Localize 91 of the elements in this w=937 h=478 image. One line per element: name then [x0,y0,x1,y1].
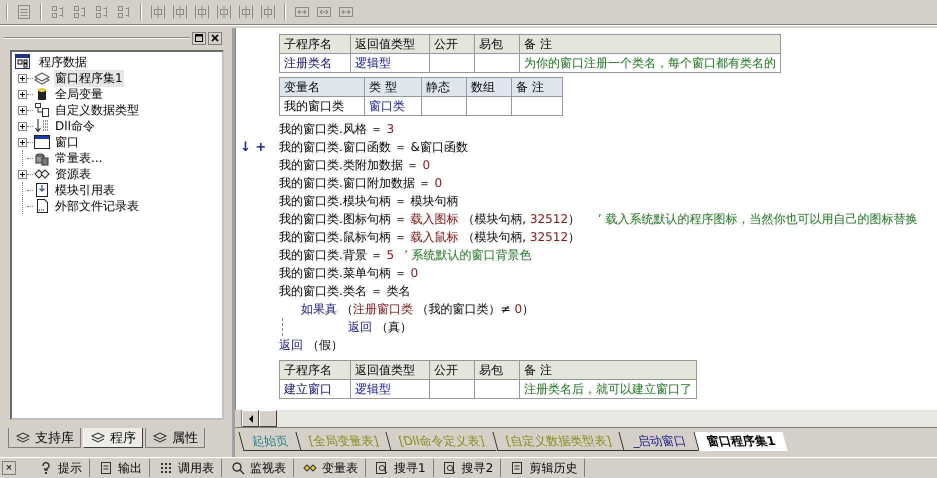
table-cell: 注册类名后，就可以建立窗口了 [520,380,696,398]
tree-item[interactable]: 外部文件记录表 [54,198,140,214]
column-header: 类 型 [364,78,422,96]
search-page-icon [442,461,457,475]
scroll-left-button[interactable] [242,410,259,427]
code-line: 我的窗口类.类名 ＝ 类名 [279,282,410,300]
column-header: 备 注 [512,78,562,96]
tree-item[interactable]: 资源表 [54,166,92,182]
expand-icon[interactable] [18,106,27,114]
table-cell [422,96,466,116]
column-header: 返回值类型 [350,360,430,380]
stacked-sheets-icon [15,430,31,444]
table-cell [430,380,474,398]
search-page-icon [375,461,389,475]
tree-root-label[interactable]: 程序数据 [38,54,88,70]
column-header: 子程序名 [280,360,350,380]
table-cell: 窗口类 [364,96,422,116]
expand-icon[interactable] [18,90,27,98]
column-header: 备 注 [520,34,780,54]
tree-item[interactable]: 全局变量 [54,86,104,102]
table-cell: 我的窗口类 [280,96,364,116]
panel-tab[interactable]: 属性 [145,428,205,448]
table-cell: 建立窗口 [280,380,350,398]
tree-item[interactable]: 窗口 [54,134,80,150]
tree-item[interactable]: 常量表... [54,150,104,166]
form-layout-icon[interactable] [16,4,32,20]
document-tab[interactable]: _启动窗口 [618,432,699,451]
expand-icon[interactable] [18,122,27,130]
table-cell [474,380,520,398]
column-header: 数组 [466,78,512,96]
stacked-sheets-icon [90,430,106,444]
window-icon [34,134,50,150]
line-marker[interactable]: ↓ + [240,140,266,154]
linked-boxes-icon [34,102,50,118]
maximize-icon [195,34,203,42]
column-header: 易包 [474,360,520,380]
grid-dots-icon [159,461,173,475]
code-line: 返回 （真） [348,318,412,336]
code-line: 我的窗口类.窗口附加数据 ＝ 0 [279,174,442,192]
code-line: 我的窗口类.菜单句柄 ＝ 0 [279,264,418,282]
table-cell [474,54,520,72]
down-arrow-list-icon [34,118,50,134]
horizontal-scrollbar[interactable] [241,410,937,427]
close-button[interactable] [208,32,222,44]
column-header: 静态 [422,78,466,96]
code-line: 我的窗口类.鼠标句柄 ＝ 载入鼠标 （模块句柄, 32512） [279,228,580,246]
table-cell [430,54,474,72]
table-cell: 为你的窗口注册一个类名，每个窗口都有类名的 [520,54,780,72]
column-header: 返回值类型 [350,34,430,54]
stacked-sheets-icon [34,70,50,86]
code-line: 我的窗口类.模块句柄 ＝ 模块句柄 [279,192,458,210]
expand-icon[interactable] [18,74,27,82]
code-line: 我的窗口类.风格 ＝ 3 [279,120,394,138]
table-cell [466,96,512,116]
left-triangle-icon [248,414,254,422]
scroll-thumb[interactable] [259,410,277,427]
table-cell: 注册类名 [280,54,350,72]
column-header: 变量名 [280,78,364,96]
column-header: 备 注 [520,360,696,380]
code-line: 我的窗口类.图标句柄 ＝ 载入图标 （模块句柄, 32512） ’ 载入系统默认的程序图标，当然你也可以用自己的图标替换 [279,210,918,228]
maximize-button[interactable] [192,32,206,44]
table-cell [512,96,562,116]
import-page-icon [34,182,50,198]
code-line: 返回 （假） [279,336,343,354]
tree-item[interactable]: 模块引用表 [54,182,116,198]
clipboard-icon [510,461,524,475]
tree-item[interactable]: 窗口程序集1 [54,70,124,86]
panel-tab[interactable]: 程序 [83,428,143,448]
program-data-icon [15,54,31,70]
tree-item[interactable]: 自定义数据类型 [54,102,140,118]
column-header: 公开 [430,34,474,54]
page-icon [34,198,50,214]
close-button[interactable]: × [2,461,16,475]
panel-tab[interactable]: 支持库 [8,428,81,448]
expand-icon[interactable] [18,138,27,146]
tree-item[interactable]: Dll命令 [54,118,96,134]
close-icon [211,34,219,42]
column-header: 公开 [430,360,474,380]
document-tab[interactable]: 窗口程序集1 [693,432,788,451]
document-icon [99,461,113,475]
column-header: 易包 [474,34,520,54]
code-line: 如果真 （注册窗口类 （我的窗口类）≠ 0） [300,300,534,318]
column-header: 子程序名 [280,34,350,54]
code-line: 我的窗口类.背景 ＝ 5 ’ 系统默认的窗口背景色 [279,246,532,264]
table-cell: 逻辑型 [350,54,430,72]
expand-icon[interactable] [18,170,27,178]
code-line: 我的窗口类.类附加数据 ＝ 0 [279,156,430,174]
code-line: 我的窗口类.窗口函数 ＝ &窗口函数 [279,138,468,156]
magnifier-icon [231,461,245,475]
table-cell: 逻辑型 [350,380,430,398]
stacked-sheets-icon [152,430,168,444]
